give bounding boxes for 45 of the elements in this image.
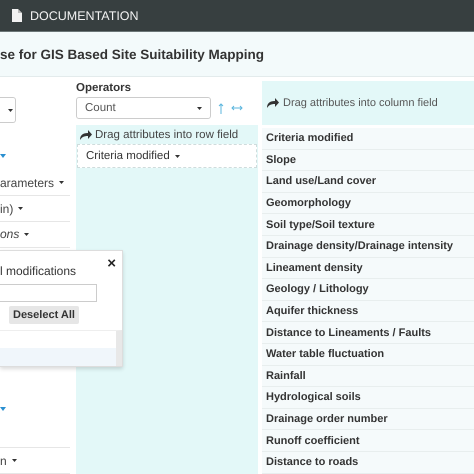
operators-label: Operators [76,82,132,94]
caret-icon[interactable] [0,406,6,411]
deselect-all-button[interactable]: Deselect All [9,306,79,324]
row-header: Soil type/Soil texture [266,218,375,231]
caret-icon [59,181,64,184]
caret-icon[interactable] [0,154,6,158]
caret-icon [18,207,24,210]
row-header: Rainfall [266,370,306,382]
row-header: Aquifer thickness [266,305,358,318]
row-header: Lineament density [266,262,363,274]
row-header: Water table fluctuation [266,348,384,360]
attribute-item[interactable]: n [0,454,7,468]
operator-select[interactable]: Count [76,97,211,119]
row-header: Runoff coefficient [266,434,360,447]
row-header: Criteria modified [266,132,354,144]
row-header: Hydrological soils [266,391,361,404]
popup-title: l modifications [0,264,76,278]
attribute-item[interactable]: ons [0,227,20,242]
select-field[interactable] [0,97,16,124]
column-hint-text: Drag attributes into column field [283,97,438,109]
close-button[interactable]: × [105,256,118,271]
caret-icon [8,108,12,112]
caret-icon [12,459,17,462]
row-header: Geomorphology [266,197,351,210]
attribute-item[interactable]: arameters [0,176,54,190]
caret-icon [174,154,180,158]
redo-arrow-icon [267,98,279,108]
row-header: Distance to roads [266,456,358,468]
page-title: se for GIS Based Site Suitability Mapping [0,46,264,62]
row-header: Distance to Lineaments / Faults [266,326,432,339]
search-field[interactable] [0,284,97,302]
column-drop-zone[interactable]: Drag attributes into column field [262,81,474,125]
row-header: Land use/Land cover [266,175,376,188]
horizontal-arrow-icon[interactable] [231,105,243,111]
up-arrow-icon[interactable] [218,102,224,114]
caret-icon [197,106,202,110]
document-icon [12,9,22,22]
row-header: Slope [266,154,296,166]
row-header: Drainage order number [266,413,388,426]
row-header: Drainage density/Drainage intensity [266,240,454,252]
attribute-item[interactable]: in) [0,202,14,216]
row-header: Geology / Lithology [266,283,369,296]
redo-arrow-icon [80,130,92,140]
caret-icon [24,232,30,236]
row-hint-text: Drag attributes into row field [95,129,238,141]
